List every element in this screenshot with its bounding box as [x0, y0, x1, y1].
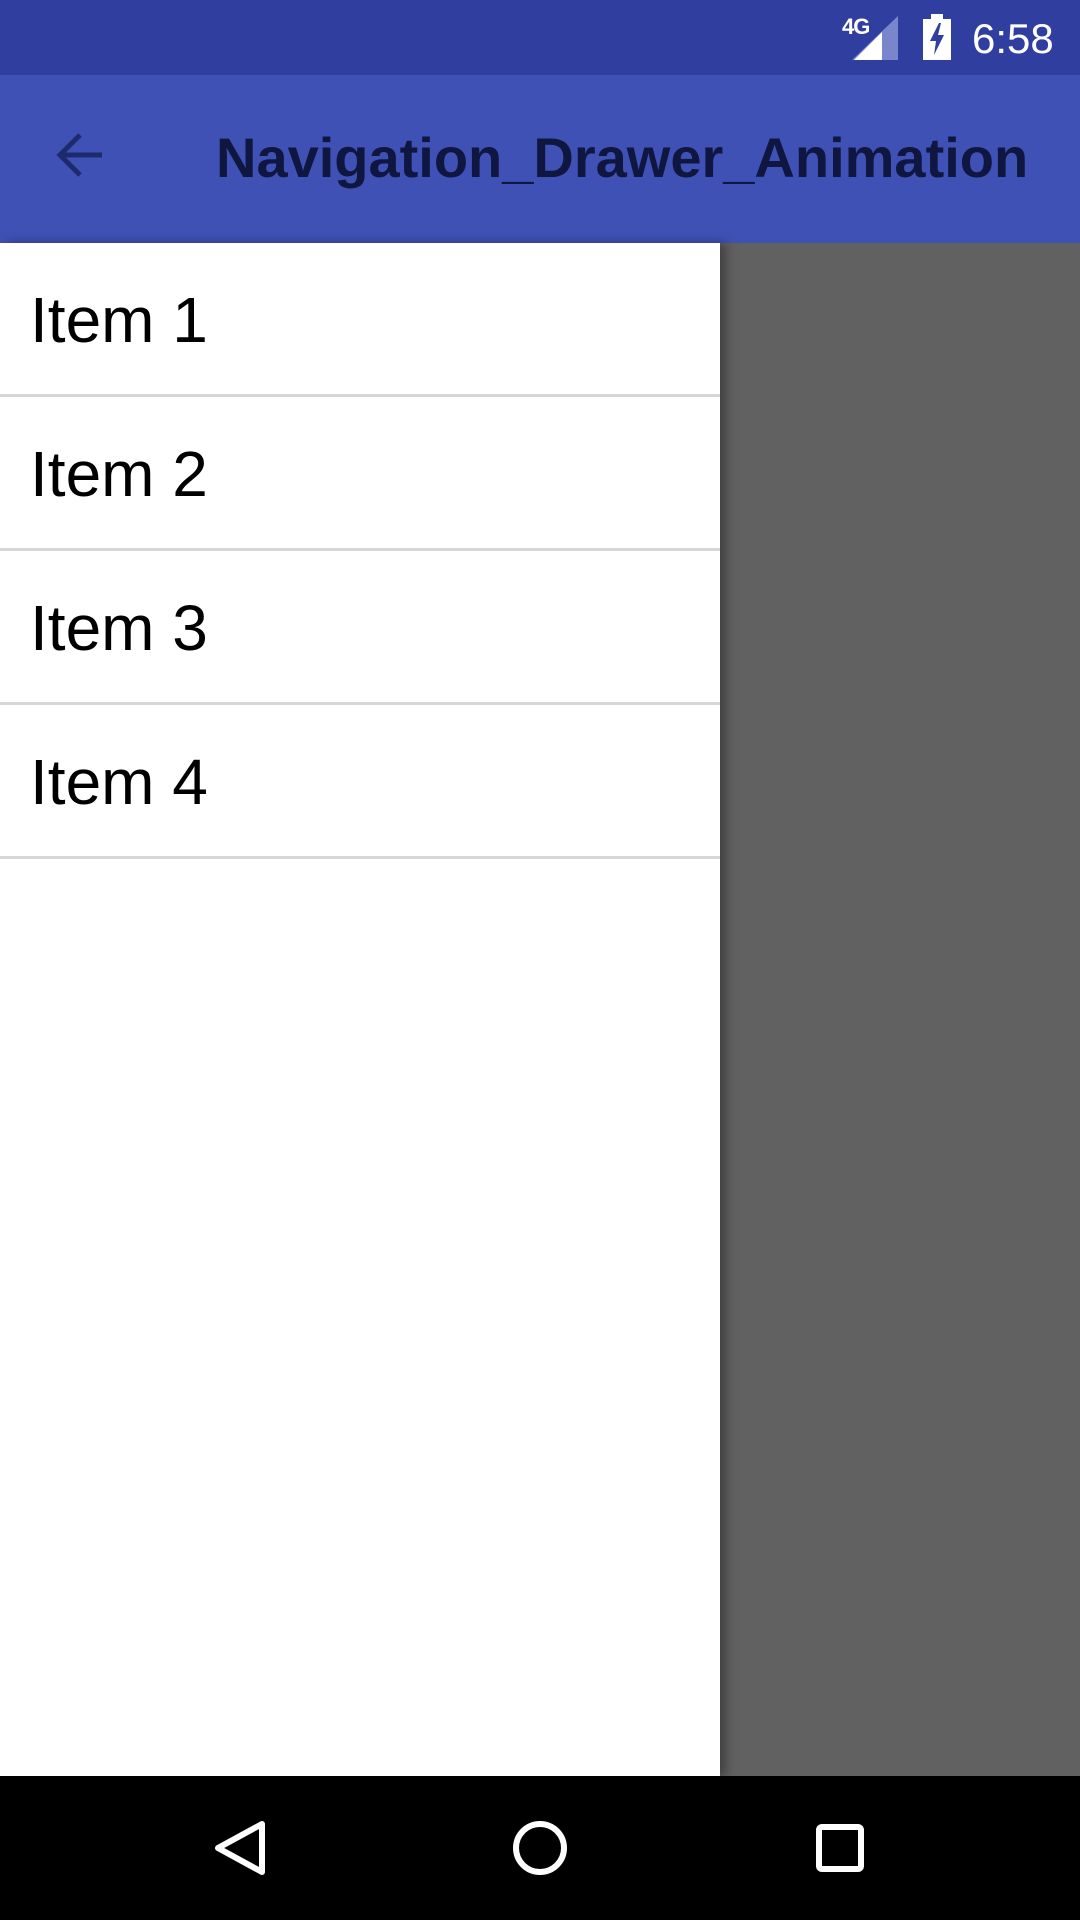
app-title: Navigation_Drawer_Animation — [216, 126, 1029, 189]
nav-home-button[interactable] — [490, 1798, 590, 1898]
drawer-item-label: Item 3 — [30, 592, 208, 664]
drawer-item-label: Item 2 — [30, 438, 208, 510]
drawer-item-2[interactable]: Item 2 — [0, 397, 720, 551]
arrow-back-icon — [56, 133, 102, 177]
app-bar: Navigation_Drawer_Animation — [0, 75, 1080, 243]
battery-charging-icon — [923, 14, 951, 60]
signal-icon — [852, 16, 898, 60]
drawer-item-4[interactable]: Item 4 — [0, 705, 720, 859]
recents-square-icon — [816, 1824, 864, 1872]
navigation-drawer: Item 1 Item 2 Item 3 Item 4 — [0, 243, 720, 1776]
drawer-item-1[interactable]: Item 1 — [0, 243, 720, 397]
clock-time: 6:58 — [972, 15, 1054, 62]
home-circle-icon — [513, 1821, 567, 1875]
status-bar: 4G 6:58 — [0, 0, 1080, 75]
drawer-item-label: Item 1 — [30, 284, 208, 356]
nav-back-button[interactable] — [190, 1798, 290, 1898]
back-triangle-icon — [215, 1821, 265, 1875]
nav-recents-button[interactable] — [790, 1798, 890, 1898]
system-nav-bar — [0, 1776, 1080, 1920]
back-button[interactable] — [40, 115, 120, 195]
app-screen: 4G 6:58 Navigation_Drawer_Animation elai… — [0, 0, 1080, 1920]
drawer-item-3[interactable]: Item 3 — [0, 551, 720, 705]
drawer-item-label: Item 4 — [30, 746, 208, 818]
